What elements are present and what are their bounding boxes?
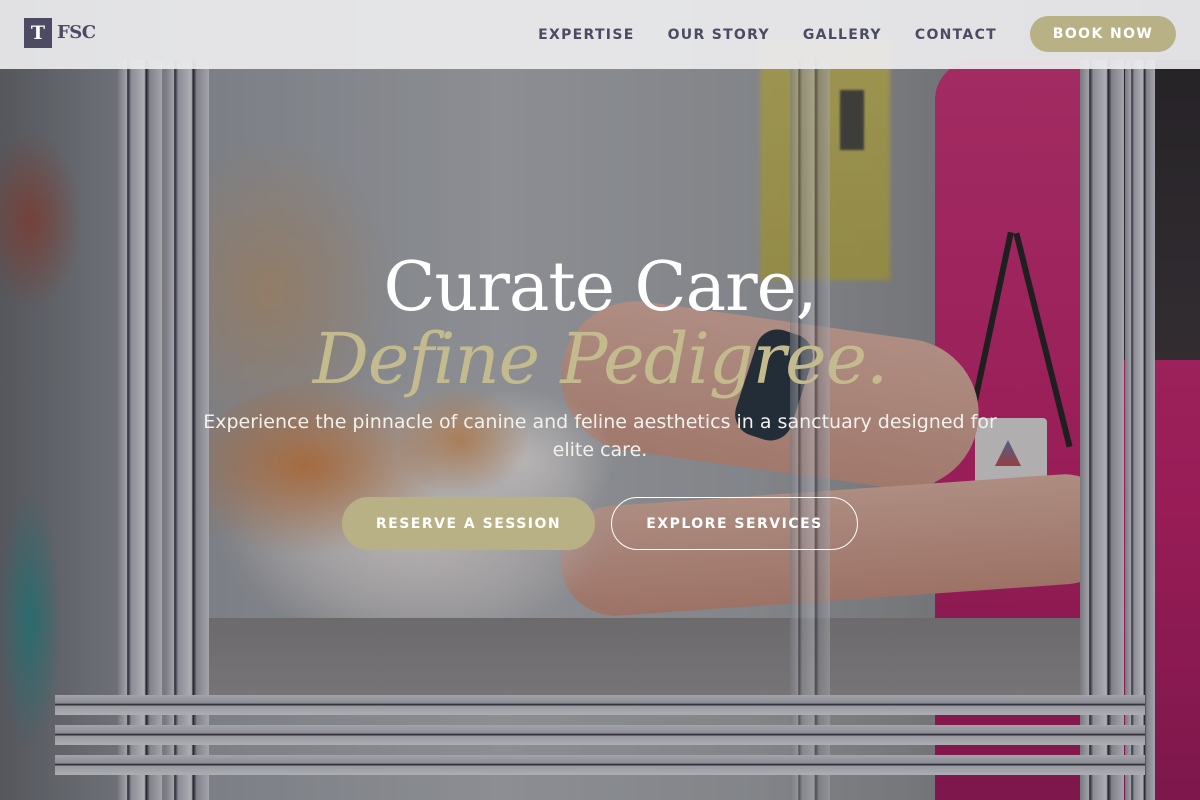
main-nav: EXPERTISE OUR STORY GALLERY CONTACT xyxy=(538,0,997,69)
nav-link-gallery[interactable]: GALLERY xyxy=(803,27,882,43)
landing-page: T FSC EXPERTISE OUR STORY GALLERY CONTAC… xyxy=(0,0,1200,800)
site-logo[interactable]: T FSC xyxy=(24,18,96,48)
nav-link-contact[interactable]: CONTACT xyxy=(915,27,997,43)
reserve-session-button[interactable]: RESERVE A SESSION xyxy=(342,497,595,550)
nav-link-expertise[interactable]: EXPERTISE xyxy=(538,27,634,43)
hero-description: Experience the pinnacle of canine and fe… xyxy=(203,411,997,461)
logo-text: FSC xyxy=(57,22,96,43)
hero-subtitle: Define Pedigree. xyxy=(312,318,889,400)
logo-mark: T xyxy=(24,18,52,48)
explore-services-button[interactable]: EXPLORE SERVICES xyxy=(611,497,858,550)
site-header: T FSC EXPERTISE OUR STORY GALLERY CONTAC… xyxy=(0,0,1200,69)
book-now-button[interactable]: BOOK NOW xyxy=(1030,16,1176,52)
nav-link-our-story[interactable]: OUR STORY xyxy=(668,27,770,43)
hero-section: Curate Care, Define Pedigree. Experience… xyxy=(0,0,1200,800)
